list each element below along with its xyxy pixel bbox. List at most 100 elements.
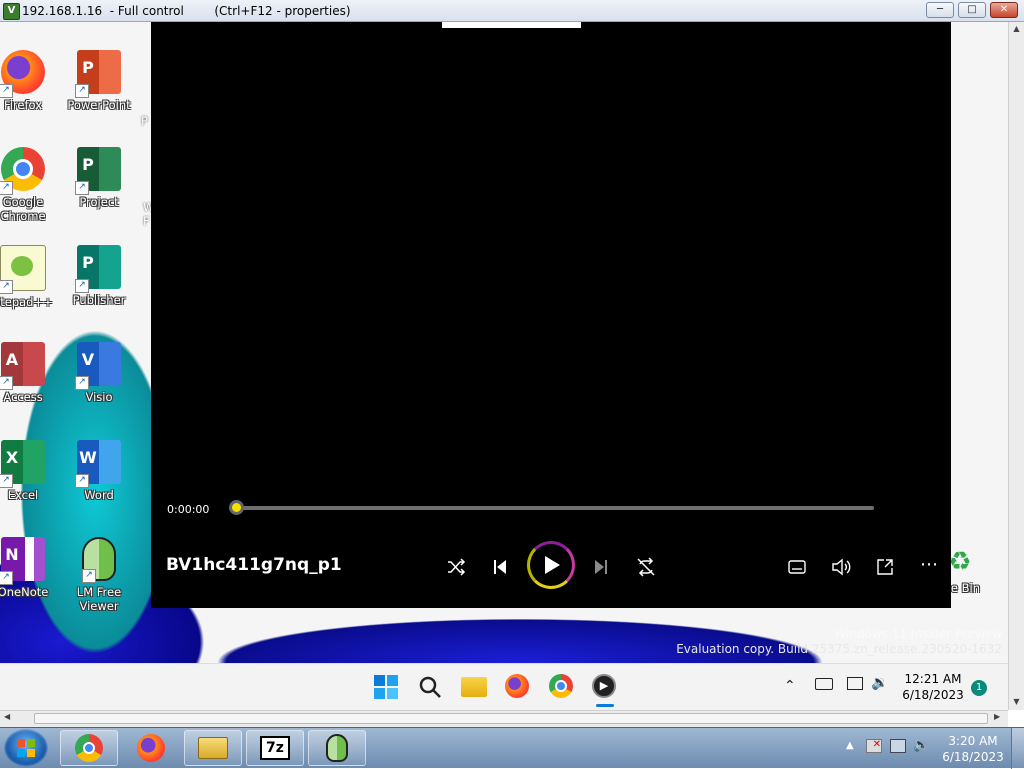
seek-bar[interactable] bbox=[236, 506, 874, 510]
desktop-partial-label: F bbox=[143, 214, 150, 228]
w7-firefox-button[interactable] bbox=[122, 730, 180, 766]
w11-date: 6/18/2023 bbox=[902, 688, 964, 702]
file-explorer-button[interactable] bbox=[461, 674, 487, 700]
vertical-scrollbar[interactable]: ▲ ▼ bbox=[1008, 22, 1024, 710]
desktop-icon-visio[interactable]: V ↗ Visio bbox=[63, 342, 135, 404]
desktop-icon-excel[interactable]: X ↗ Excel bbox=[0, 440, 59, 502]
w7-clock[interactable]: 3:20 AM 6/18/2023 bbox=[938, 733, 1008, 765]
publisher-icon: P ↗ bbox=[75, 245, 121, 293]
more-icon: ⋯ bbox=[920, 554, 938, 575]
volume-tray-icon[interactable]: 🔉 bbox=[871, 675, 888, 691]
notepad-plus-plus-icon: ↗ bbox=[0, 245, 46, 294]
start-button[interactable] bbox=[373, 674, 399, 700]
desktop-icon-label: PowerPoint bbox=[67, 98, 131, 112]
desktop-icon-label: Firefox bbox=[3, 98, 43, 112]
shuffle-button[interactable] bbox=[443, 554, 469, 580]
w7-7zip-button[interactable]: 7z bbox=[246, 730, 304, 766]
search-button[interactable] bbox=[417, 674, 443, 700]
w7-time: 3:20 AM bbox=[948, 734, 998, 748]
w7-tray-chevron[interactable]: ▲ bbox=[846, 740, 854, 751]
project-icon: P ↗ bbox=[75, 147, 121, 195]
7zip-icon: 7z bbox=[260, 736, 290, 760]
notification-badge[interactable]: 1 bbox=[971, 680, 987, 696]
watermark-line-1: Windows 11 Insider Preview bbox=[834, 627, 1002, 641]
elapsed-time: 0:00:00 bbox=[167, 503, 210, 516]
w7-chrome-button[interactable] bbox=[60, 730, 118, 766]
seek-knob[interactable] bbox=[229, 500, 244, 515]
desktop-icon-label: LM Free Viewer bbox=[76, 585, 122, 613]
w7-explorer-button[interactable] bbox=[184, 730, 242, 766]
onenote-icon: N ↗ bbox=[0, 537, 45, 585]
player-top-handle bbox=[442, 22, 581, 28]
remote-desktop: ↗ Firefox ↗ Google Chrome ↗ otepad++ A↗ … bbox=[0, 22, 1008, 663]
repeat-button[interactable] bbox=[633, 554, 659, 580]
windows-start-icon bbox=[374, 675, 398, 699]
w11-time: 12:21 AM bbox=[904, 672, 962, 686]
desktop-icon-label: Word bbox=[84, 488, 114, 502]
desktop-icon-notepad-plus-plus[interactable]: ↗ otepad++ bbox=[0, 245, 59, 309]
maximize-button[interactable]: □ bbox=[958, 2, 986, 18]
desktop-icon-access[interactable]: A ↗ Access bbox=[0, 342, 59, 404]
active-indicator bbox=[596, 704, 614, 707]
desktop-icon-onenote[interactable]: N ↗ OneNote bbox=[0, 537, 59, 599]
minimize-button[interactable]: ─ bbox=[926, 2, 954, 18]
play-icon bbox=[545, 556, 560, 574]
desktop-icon-publisher[interactable]: P ↗ Publisher bbox=[63, 245, 135, 307]
desktop-icon-chrome[interactable]: ↗ Google Chrome bbox=[0, 147, 59, 223]
show-hidden-icons-chevron[interactable]: ⌃ bbox=[784, 678, 796, 694]
previous-button[interactable] bbox=[487, 554, 513, 580]
desktop-icon-powerpoint[interactable]: P ↗ PowerPoint bbox=[63, 50, 135, 112]
w7-start-orb[interactable] bbox=[4, 729, 48, 767]
w7-flag-icon[interactable]: ✕ bbox=[866, 739, 882, 753]
play-button[interactable] bbox=[527, 541, 575, 589]
desktop-icon-word[interactable]: W ↗ Word bbox=[63, 440, 135, 502]
watermark-line-2: Evaluation copy. Build 25375.zn_release.… bbox=[676, 642, 1002, 656]
desktop-partial-label: P bbox=[141, 114, 148, 128]
scroll-left-icon[interactable]: ◀ bbox=[4, 712, 10, 721]
desktop-icon-lm-viewer[interactable]: ↗ LM Free Viewer bbox=[63, 537, 135, 613]
desktop-icon-label: Visio bbox=[85, 390, 113, 404]
excel-icon: X ↗ bbox=[0, 440, 45, 488]
scroll-up-icon[interactable]: ▲ bbox=[1011, 24, 1022, 33]
chrome-taskbar-button[interactable] bbox=[549, 674, 575, 700]
media-player-window[interactable]: 0:00:00 BV1hc411g7nq_p1 ⋯ bbox=[151, 22, 951, 608]
vnc-titlebar: V 192.168.1.16 - Full control (Ctrl+F12 … bbox=[0, 0, 1024, 22]
desktop-icon-label: otepad++ bbox=[0, 295, 53, 309]
scroll-right-icon[interactable]: ▶ bbox=[994, 712, 1000, 721]
mini-player-button[interactable] bbox=[872, 554, 898, 580]
previous-icon bbox=[494, 560, 506, 574]
subtitles-button[interactable] bbox=[784, 554, 810, 580]
horizontal-scrollbar[interactable]: ◀ ▶ bbox=[0, 710, 1008, 727]
scroll-down-icon[interactable]: ▼ bbox=[1011, 697, 1022, 706]
firefox-taskbar-button[interactable] bbox=[505, 674, 531, 700]
show-desktop-button[interactable] bbox=[1011, 728, 1024, 769]
media-title: BV1hc411g7nq_p1 bbox=[166, 555, 342, 575]
next-button[interactable] bbox=[588, 554, 614, 580]
shuffle-icon bbox=[448, 558, 466, 576]
desktop-icon-label: Project bbox=[79, 195, 119, 209]
w11-clock[interactable]: 12:21 AM 6/18/2023 bbox=[898, 671, 968, 703]
desktop-icon-label: Access bbox=[3, 390, 43, 404]
horizontal-scroll-thumb[interactable] bbox=[34, 713, 988, 724]
windows-logo-icon bbox=[17, 739, 35, 757]
w7-date: 6/18/2023 bbox=[942, 750, 1004, 764]
desktop-icon-project[interactable]: P ↗ Project bbox=[63, 147, 135, 209]
w7-lm-viewer-button[interactable] bbox=[308, 730, 366, 766]
lm-viewer-icon: ↗ bbox=[82, 537, 116, 583]
w7-volume-muted-icon[interactable]: 🔈 bbox=[913, 738, 929, 753]
next-icon bbox=[595, 560, 607, 574]
vnc-window-title: 192.168.1.16 - Full control (Ctrl+F12 - … bbox=[22, 4, 351, 18]
close-button[interactable]: ✕ bbox=[990, 2, 1018, 18]
vnc-app-icon[interactable]: V bbox=[3, 3, 20, 20]
chrome-icon: ↗ bbox=[0, 147, 45, 195]
desktop-icon-firefox[interactable]: ↗ Firefox bbox=[0, 50, 59, 112]
keyboard-icon[interactable] bbox=[815, 678, 833, 690]
desktop-icon-label: Excel bbox=[7, 488, 39, 502]
w7-network-icon[interactable] bbox=[890, 739, 906, 753]
network-icon[interactable] bbox=[847, 677, 863, 690]
visio-icon: V ↗ bbox=[75, 342, 121, 390]
more-options-button[interactable]: ⋯ bbox=[916, 554, 942, 580]
media-player-taskbar-button[interactable]: ▶ bbox=[592, 674, 618, 707]
volume-button[interactable] bbox=[828, 554, 854, 580]
firefox-icon bbox=[137, 734, 165, 762]
